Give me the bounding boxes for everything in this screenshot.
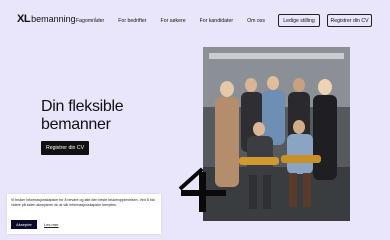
nav-item-fagomrader[interactable]: Fagområder (76, 18, 104, 24)
nav-item-for-bedrifter[interactable]: For bedrifter (118, 18, 146, 24)
logo-mark: XL (17, 13, 31, 25)
main-nav: Fagområder For bedrifter For søkere For … (76, 18, 265, 24)
nav-item-om-oss[interactable]: Om oss (247, 18, 265, 24)
cookie-read-more-link[interactable]: Les mer (44, 222, 58, 227)
logo-word: bemanning (31, 14, 76, 24)
logo[interactable]: XL bemanning (17, 13, 76, 25)
hero-title-line2: bemanner (41, 116, 111, 133)
ledige-stilling-button[interactable]: Ledige stilling (278, 14, 320, 27)
nav-item-for-sokere[interactable]: For søkere (161, 18, 186, 24)
hero-title: Din fleksible bemanner (41, 98, 124, 134)
hero-title-line1: Din fleksible (41, 98, 124, 115)
cookie-banner: Vi bruker informasjonskapsler for å beva… (7, 194, 161, 234)
decorative-plus-horizontal (181, 190, 226, 196)
nav-item-for-kandidater[interactable]: For kandidater (200, 18, 233, 24)
cookie-accept-button[interactable]: Aksepter (11, 220, 37, 229)
register-cv-header-button[interactable]: Registrer din CV (327, 14, 372, 27)
cookie-text: Vi bruker informasjonskapsler for å beva… (11, 198, 155, 207)
register-cv-hero-button[interactable]: Registrer din CV (41, 141, 89, 155)
